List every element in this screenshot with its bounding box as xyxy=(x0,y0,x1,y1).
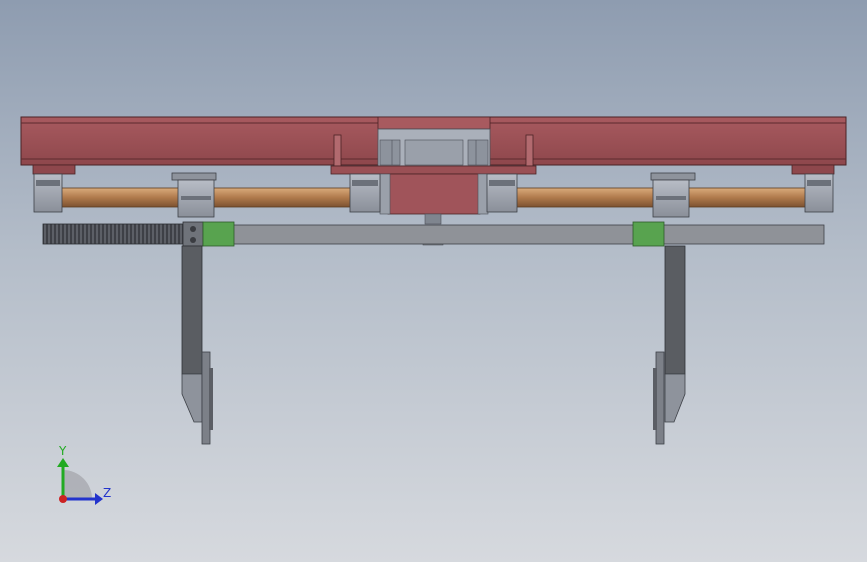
x-axis-dot-icon xyxy=(59,495,67,503)
bearing-block-center-left[interactable] xyxy=(349,173,381,213)
bearing-block-center-right[interactable] xyxy=(486,173,518,213)
triad-plane-icon xyxy=(63,470,92,499)
assembly-model[interactable]: Y Z xyxy=(0,0,867,562)
bearing-block-right-end[interactable] xyxy=(804,173,834,213)
arm-right[interactable] xyxy=(653,245,686,445)
bearing-block-carriage-right[interactable] xyxy=(650,172,696,218)
z-axis-label: Z xyxy=(103,486,111,500)
bearing-block-left-end[interactable] xyxy=(33,173,63,213)
arm-left[interactable] xyxy=(181,245,213,445)
bolt-icon xyxy=(190,226,196,232)
collar-right[interactable] xyxy=(632,221,665,247)
slide-bar[interactable] xyxy=(182,224,825,245)
bearing-block-carriage-left[interactable] xyxy=(171,172,217,218)
y-axis-label: Y xyxy=(58,444,67,458)
orientation-triad: Y Z xyxy=(57,444,111,505)
bolt-icon xyxy=(190,237,196,243)
cad-viewport[interactable]: Y Z xyxy=(0,0,867,562)
gear-rack[interactable] xyxy=(42,223,184,245)
mount-plate-left[interactable] xyxy=(182,221,204,247)
collar-left[interactable] xyxy=(202,221,235,247)
